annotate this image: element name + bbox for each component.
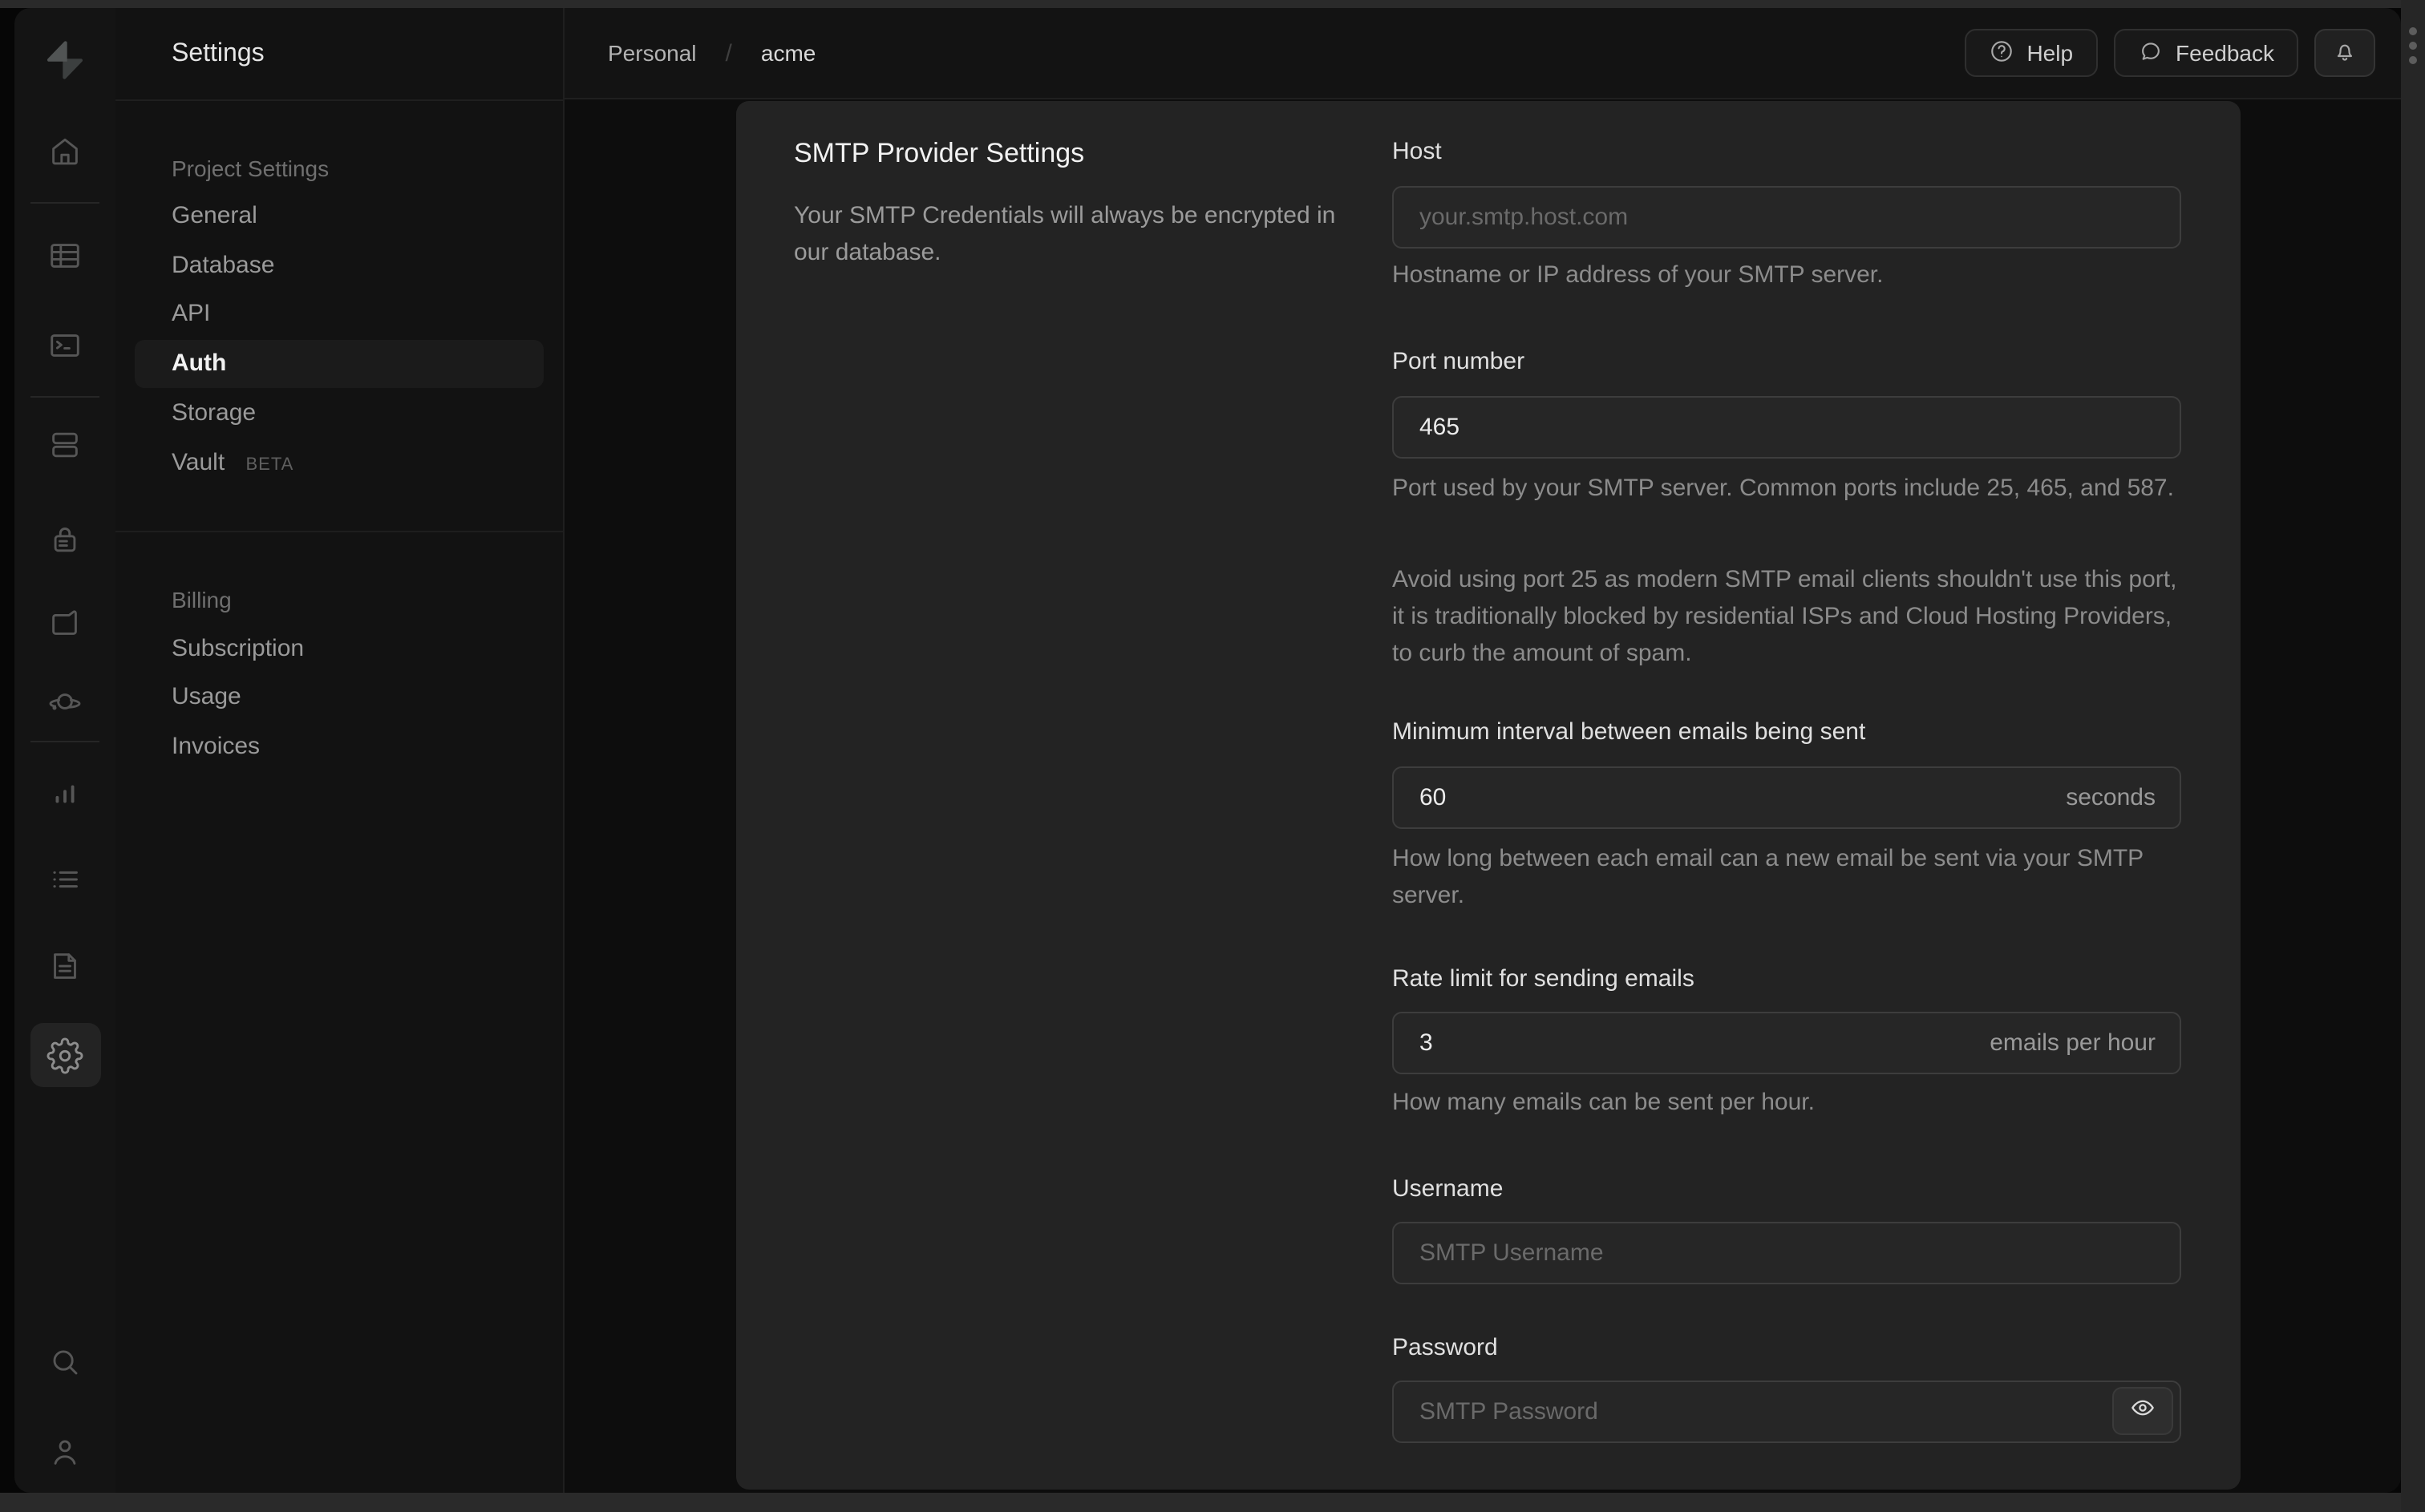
interval-helper: How long between each email can a new em… (1392, 845, 2144, 909)
table-editor-icon[interactable] (47, 237, 83, 274)
sidebar-item-usage[interactable]: Usage (135, 673, 544, 722)
scrollbar-dot (2409, 56, 2417, 64)
username-input[interactable] (1392, 1222, 2181, 1284)
section-header-billing: Billing (172, 587, 232, 612)
window-scrollbar-track[interactable] (2401, 0, 2425, 1512)
home-icon[interactable] (47, 133, 83, 170)
sidebar-item-invoices[interactable]: Invoices (135, 723, 544, 771)
scrollbar-dot (2409, 42, 2417, 50)
reports-icon[interactable] (47, 776, 83, 813)
chat-bubble-icon (2137, 38, 2163, 68)
feedback-button-label: Feedback (2176, 40, 2274, 66)
rate-limit-helper: How many emails can be sent per hour. (1392, 1089, 1815, 1116)
password-input[interactable] (1392, 1381, 2181, 1443)
bell-icon (2332, 38, 2358, 68)
sidebar-item-auth[interactable]: Auth (135, 340, 544, 388)
main-content: SMTP Provider Settings Your SMTP Credent… (565, 99, 2401, 1493)
breadcrumb-org[interactable]: Personal (608, 40, 697, 66)
sidebar-item-api[interactable]: API (135, 290, 544, 338)
eye-icon (2130, 1394, 2156, 1428)
sidebar-divider (115, 99, 563, 101)
smtp-settings-card: SMTP Provider Settings Your SMTP Credent… (736, 101, 2241, 1490)
host-input[interactable] (1392, 186, 2181, 249)
reveal-password-button[interactable] (2112, 1387, 2173, 1435)
rate-limit-input[interactable] (1392, 1012, 2181, 1074)
icon-rail (14, 8, 115, 1493)
rail-divider (30, 396, 99, 398)
top-bar: Personal / acme Help Feedback (565, 8, 2401, 99)
sidebar-item-database[interactable]: Database (135, 242, 544, 290)
breadcrumb-project[interactable]: acme (761, 40, 816, 66)
logs-icon[interactable] (47, 861, 83, 898)
host-label: Host (1392, 138, 1442, 165)
rail-divider (30, 741, 99, 742)
window-chrome-bottom (0, 1493, 2425, 1512)
card-description: Your SMTP Credentials will always be enc… (794, 202, 1336, 266)
help-button-label: Help (2026, 40, 2074, 66)
interval-input[interactable] (1392, 766, 2181, 829)
sidebar-item-subscription[interactable]: Subscription (135, 625, 544, 673)
sidebar-item-vault[interactable]: Vault BETA (135, 439, 544, 487)
database-icon[interactable] (47, 427, 83, 463)
rate-limit-label: Rate limit for sending emails (1392, 965, 1694, 993)
sidebar-item-storage[interactable]: Storage (135, 390, 544, 438)
username-label: Username (1392, 1175, 1504, 1203)
supabase-logo[interactable] (43, 38, 87, 82)
port-helper: Port used by your SMTP server. Common po… (1392, 475, 2174, 502)
interval-label: Minimum interval between emails being se… (1392, 718, 1866, 746)
host-helper: Hostname or IP address of your SMTP serv… (1392, 261, 1884, 289)
password-label: Password (1392, 1334, 1498, 1361)
notifications-button[interactable] (2314, 29, 2375, 77)
port-input[interactable] (1392, 396, 2181, 459)
beta-badge: BETA (245, 455, 294, 475)
edge-functions-icon[interactable] (47, 683, 83, 720)
settings-sidebar: Settings Project Settings General Databa… (115, 8, 565, 1493)
auth-lock-icon[interactable] (47, 521, 83, 558)
sidebar-item-label: Vault (172, 449, 225, 476)
breadcrumb-separator: / (725, 39, 732, 67)
api-docs-icon[interactable] (47, 948, 83, 984)
sidebar-title: Settings (172, 40, 265, 67)
rail-divider (30, 202, 99, 204)
app-window: Settings Project Settings General Databa… (14, 8, 2401, 1493)
card-heading: SMTP Provider Settings (794, 138, 1085, 168)
sidebar-section-divider (115, 531, 563, 532)
user-icon[interactable] (47, 1433, 83, 1470)
help-button[interactable]: Help (1964, 29, 2098, 77)
sidebar-item-general[interactable]: General (135, 192, 544, 241)
port-label: Port number (1392, 348, 1525, 375)
storage-icon[interactable] (47, 604, 83, 641)
settings-gear-icon[interactable] (47, 1037, 83, 1074)
scrollbar-dot (2409, 27, 2417, 35)
sql-editor-icon[interactable] (47, 327, 83, 364)
form-column: Host Hostname or IP address of your SMTP… (1392, 101, 2181, 1490)
port-helper-warning: Avoid using port 25 as modern SMTP email… (1392, 566, 2177, 667)
window-chrome-top (0, 0, 2425, 8)
section-header-project-settings: Project Settings (172, 156, 330, 181)
help-circle-icon (1988, 38, 2014, 68)
search-icon[interactable] (47, 1344, 83, 1381)
feedback-button[interactable]: Feedback (2113, 29, 2298, 77)
